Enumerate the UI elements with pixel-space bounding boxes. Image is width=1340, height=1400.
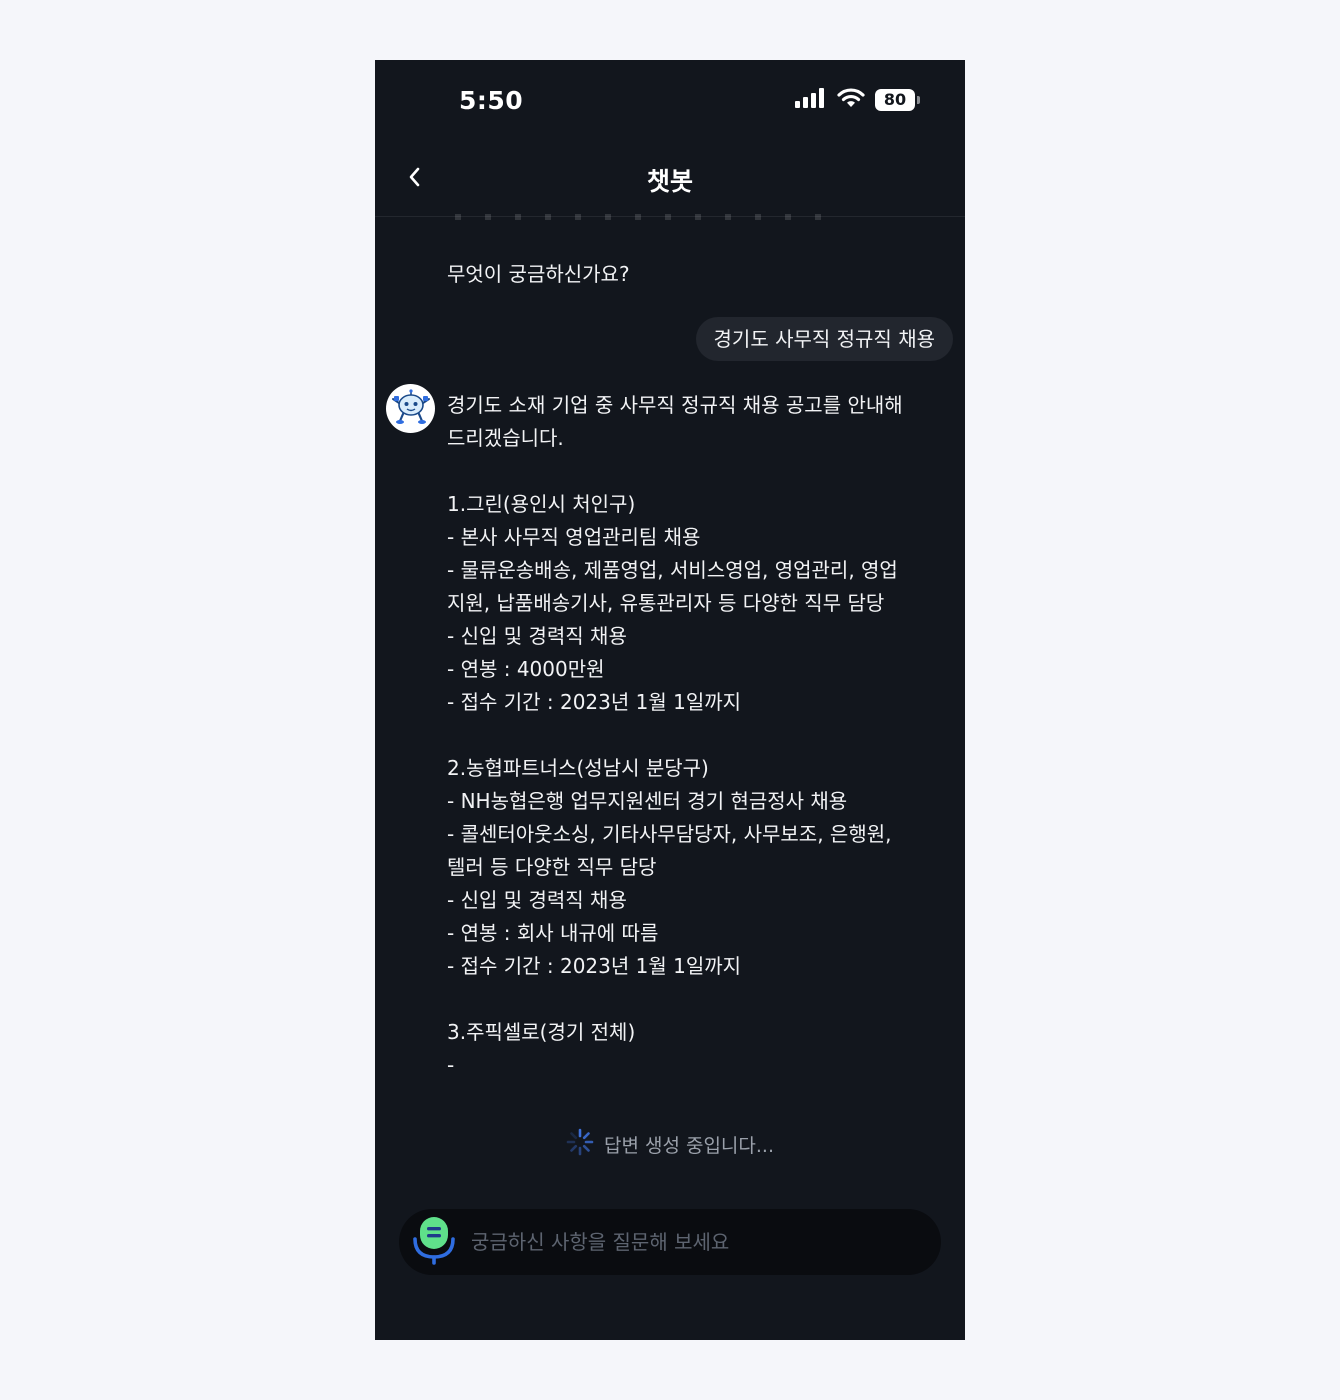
bot-message-line: - 접수 기간 : 2023년 1월 1일까지 (447, 690, 742, 714)
bot-message-line (447, 983, 927, 1016)
status-bar: 5:50 80 (375, 60, 965, 140)
bot-message-line: - 물류운송배송, 제품영업, 서비스영업, 영업관리, 영업 (447, 558, 898, 582)
mic-button[interactable] (403, 1209, 465, 1275)
bot-message-line: 텔러 등 다양한 직무 담당 (447, 855, 657, 879)
header: 챗봇 (375, 140, 965, 217)
bot-message-line: - 신입 및 경력직 채용 (447, 624, 627, 648)
page-title: 챗봇 (646, 167, 693, 196)
bot-prompt: 무엇이 궁금하신가요? (447, 262, 630, 286)
phone-screen: 5:50 80 챗봇 무엇이 궁금하신가요? 경기도 사무직 정규직 채용 경기… (375, 60, 965, 1340)
question-input[interactable] (465, 1209, 941, 1275)
bot-message-line: 드리겠습니다. (447, 426, 564, 450)
bot-message-line (447, 455, 927, 488)
bot-message-line: 3.주픽셀로(경기 전체) (447, 1020, 636, 1044)
status-time: 5:50 (459, 86, 524, 115)
bot-avatar (386, 384, 435, 433)
battery-icon: 80 (875, 89, 920, 111)
user-message-bubble: 경기도 사무직 정규직 채용 (695, 317, 953, 361)
bot-message-line: - NH농협은행 업무지원센터 경기 현금정사 채용 (447, 789, 848, 813)
bot-message: 경기도 소재 기업 중 사무직 정규직 채용 공고를 안내해드리겠습니다. 1.그… (447, 389, 927, 1082)
chat-input-bar (399, 1209, 941, 1275)
status-icons: 80 (795, 88, 920, 112)
bot-message-line: - 콜센터아웃소싱, 기타사무담당자, 사무보조, 은행원, (447, 822, 892, 846)
wifi-icon (837, 88, 865, 112)
generating-label: 답변 생성 중입니다... (603, 1135, 775, 1157)
bot-message-line: 지원, 납품배송기사, 유통관리자 등 다양한 직무 담당 (447, 591, 885, 615)
bot-message-line: - 연봉 : 4000만원 (447, 657, 605, 681)
bot-message-line (447, 719, 927, 752)
bot-message-line: - 접수 기간 : 2023년 1월 1일까지 (447, 954, 742, 978)
bot-message-line: 1.그린(용인시 처인구) (447, 492, 636, 516)
scroll-fade (455, 214, 835, 220)
bot-message-line: - 본사 사무직 영업관리팀 채용 (447, 525, 701, 549)
robot-mascot-icon (391, 388, 431, 429)
bot-message-line: - 신입 및 경력직 채용 (447, 888, 627, 912)
generating-indicator: 답변 생성 중입니다... (375, 1128, 965, 1161)
bot-message-line: 2.농협파트너스(성남시 분당구) (447, 756, 709, 780)
loading-spinner-icon (566, 1128, 594, 1161)
microphone-icon (412, 1215, 456, 1269)
signal-icon (795, 88, 827, 112)
bot-message-line: - (447, 1053, 455, 1077)
bot-message-line: - 연봉 : 회사 내규에 따름 (447, 921, 659, 945)
bot-message-line: 경기도 소재 기업 중 사무직 정규직 채용 공고를 안내해 (447, 393, 903, 417)
